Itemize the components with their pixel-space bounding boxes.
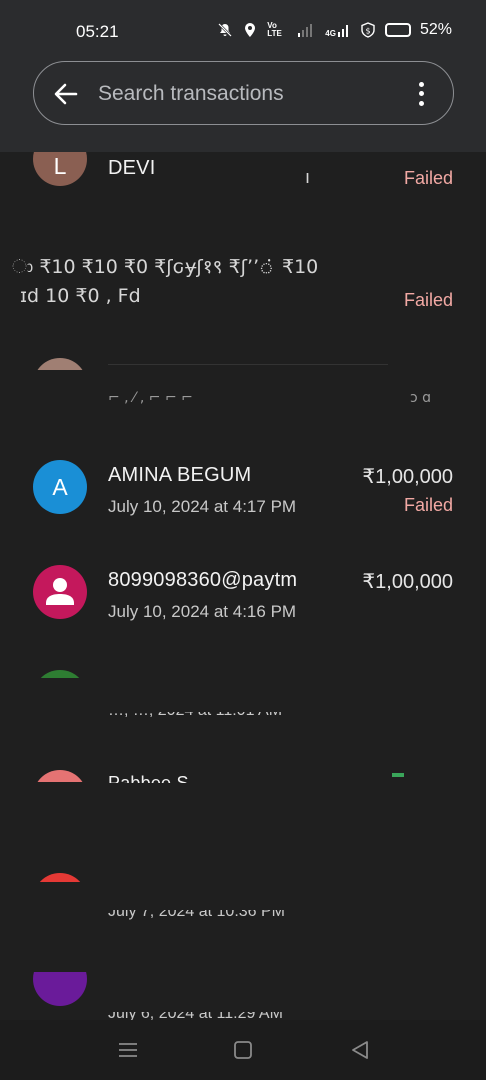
triangle-back-icon[interactable] [348, 1038, 372, 1062]
transaction-list[interactable]: L DEVI ı Failed ා ₹10 ₹10 ₹0 ₹ʃԍɏʃ१९ ₹ʃ’… [0, 152, 486, 1020]
transaction-date-partial: July 6, 2024 at 11:29 AM [108, 1012, 283, 1020]
app-header: 05:21 Vo LTE 4G $ 52% Search transaction… [0, 0, 486, 152]
date-partial-clip: …, …, 2024 at 11:01 AM [108, 712, 348, 722]
search-input[interactable] [98, 80, 398, 108]
status-time: 05:21 [76, 22, 119, 41]
avatar [33, 670, 87, 678]
avatar-partial [33, 770, 87, 782]
data-saver-icon: $ [361, 22, 375, 38]
garbled-fragment: ı [305, 167, 311, 188]
status-fragment [392, 773, 404, 777]
transaction-date: July 10, 2024 at 4:17 PM [108, 497, 297, 516]
volte-icon: Vo LTE [267, 21, 282, 38]
avatar [33, 358, 87, 370]
status-bar: 05:21 Vo LTE 4G $ 52% [0, 0, 486, 62]
transaction-name-partial: Pabbee S… [108, 773, 207, 783]
transaction-amount: ₹1,00,000 [362, 571, 453, 593]
transaction-row[interactable]: …, …, 2024 at 11:01 AM [0, 667, 486, 727]
battery-percent: 52% [419, 21, 452, 38]
garbled-fragment: ⌐ , ⁄ , ⌐ ⌐ ⌐ [108, 390, 193, 406]
status-failed: Failed [403, 168, 453, 188]
arrow-left-icon[interactable] [52, 80, 80, 108]
avatar [33, 972, 87, 1006]
garbled-fragment: ɔ ɑ [410, 390, 432, 406]
avatar: A [33, 460, 87, 514]
avatar-partial [33, 873, 87, 882]
transaction-row[interactable]: July 7, 2024 at 10:36 PM [0, 870, 486, 930]
dot [418, 82, 424, 88]
search-bar[interactable] [33, 61, 454, 125]
date-partial-clip: July 6, 2024 at 11:29 AM [108, 1012, 348, 1020]
avatar-partial [33, 358, 87, 370]
date-partial-clip: July 7, 2024 at 10:36 PM [108, 910, 348, 923]
svg-text:$: $ [365, 27, 370, 36]
dot [418, 100, 424, 106]
avatar-letter: A [52, 473, 68, 500]
transaction-row[interactable]: L DEVI ı Failed [0, 152, 486, 232]
system-nav-bar [0, 1020, 486, 1080]
person-icon [46, 578, 74, 605]
transaction-row[interactable]: ⌐ , ⁄ , ⌐ ⌐ ⌐ ɔ ɑ [0, 352, 486, 422]
transaction-date-partial: July 7, 2024 at 10:36 PM [108, 910, 285, 920]
4g-label: 4G [325, 29, 336, 38]
square-home-icon[interactable] [231, 1038, 255, 1062]
avatar [33, 873, 87, 882]
status-failed: Failed [403, 290, 453, 310]
transaction-row[interactable]: ා ₹10 ₹10 ₹0 ₹ʃԍɏʃ१९ ₹ʃ’’் ₹10 ɪd 10 ₹0 … [0, 247, 486, 327]
mute-icon [218, 23, 233, 37]
menu-lines-icon[interactable] [116, 1038, 140, 1062]
transaction-amount: ₹1,00,000 [362, 466, 453, 488]
4g-signal-icon: 4G [325, 22, 351, 38]
battery-body [384, 23, 411, 37]
4g-bars-icon [337, 25, 348, 37]
transaction-row[interactable]: 8099098360@paytm July 10, 2024 at 4:16 P… [0, 557, 486, 657]
transaction-row[interactable]: A AMINA BEGUM July 10, 2024 at 4:17 PM ₹… [0, 452, 486, 552]
transaction-date-partial: …, …, 2024 at 11:01 AM [108, 712, 282, 720]
transaction-row[interactable]: July 6, 2024 at 11:29 AM [0, 972, 486, 1020]
status-icons: Vo LTE 4G $ 52% [217, 21, 452, 39]
battery-icon [384, 23, 411, 37]
transaction-name: 8099098360@paytm [108, 569, 298, 591]
garbled-line: ා ₹10 ₹10 ₹0 ₹ʃԍɏʃ१९ ₹ʃ’’் ₹10 [12, 256, 319, 278]
avatar [33, 770, 87, 782]
avatar: L [33, 152, 87, 186]
avatar [33, 565, 87, 619]
dot [418, 91, 424, 97]
avatar-partial [33, 670, 87, 678]
transaction-date: July 10, 2024 at 4:16 PM [108, 602, 297, 621]
transaction-name: DEVI [108, 157, 156, 179]
divider-fragment [108, 364, 388, 365]
status-failed: Failed [403, 495, 453, 515]
name-partial-clip: Pabbee S… [108, 773, 268, 783]
garbled-line: ɪd 10 ₹0 , Fd [20, 285, 141, 307]
signal-icon [298, 24, 313, 37]
transaction-row[interactable]: Pabbee S… [0, 767, 486, 827]
avatar-letter: L [53, 152, 67, 179]
transaction-name: AMINA BEGUM [108, 464, 252, 486]
location-icon [245, 23, 256, 37]
more-vert-icon[interactable] [411, 80, 431, 108]
